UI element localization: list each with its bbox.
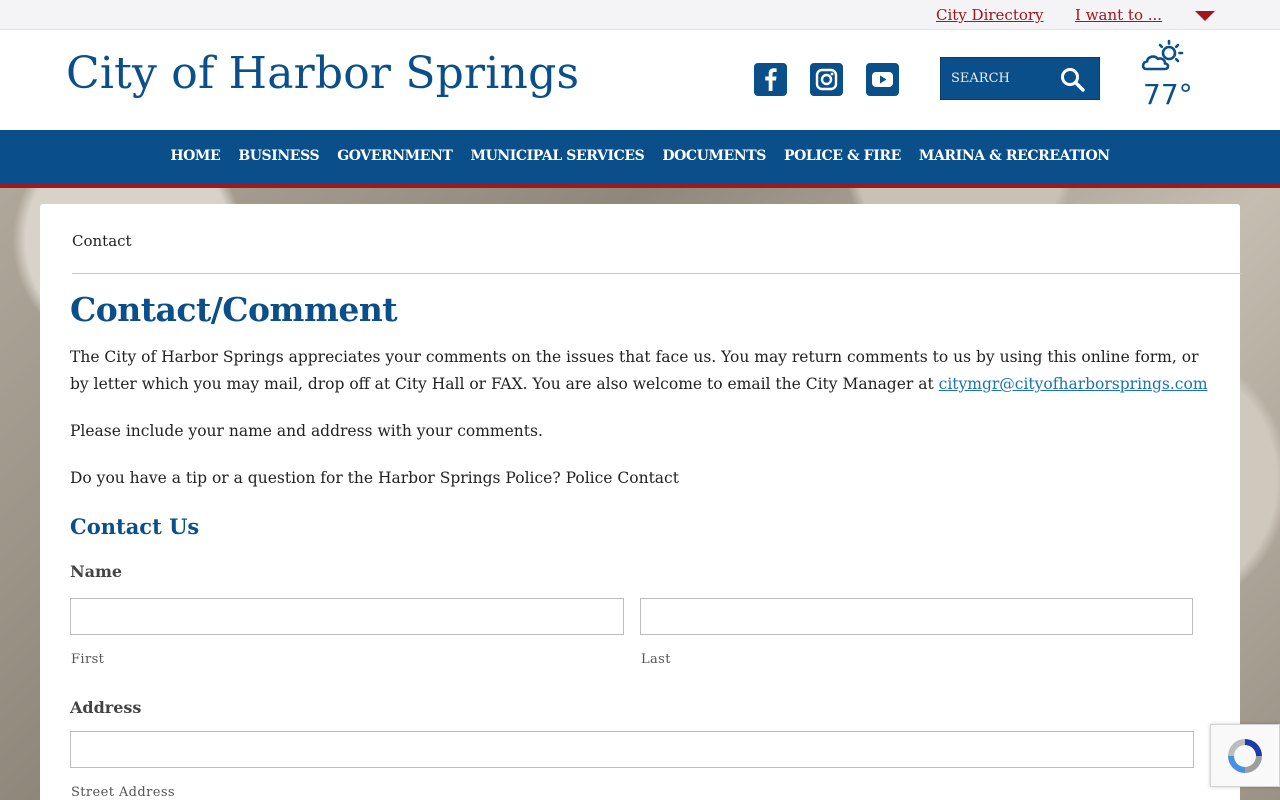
nav-police-fire[interactable]: POLICE & FIRE	[784, 148, 901, 166]
nav-marina-recreation[interactable]: MARINA & RECREATION	[919, 148, 1110, 166]
nav-business[interactable]: BUSINESS	[238, 148, 319, 166]
facebook-icon[interactable]	[754, 63, 787, 96]
page-title: Contact/Comment	[70, 290, 398, 329]
search-box	[940, 57, 1100, 100]
instagram-icon[interactable]	[810, 63, 843, 96]
police-note: Do you have a tip or a question for the …	[70, 469, 679, 487]
last-name-input[interactable]	[640, 598, 1193, 635]
content-card: Contact Contact/Comment The City of Harb…	[40, 204, 1242, 800]
search-button[interactable]	[1059, 66, 1087, 94]
breadcrumb: Contact	[72, 232, 132, 250]
nav-documents[interactable]: DOCUMENTS	[662, 148, 766, 166]
contact-us-heading: Contact Us	[70, 514, 200, 539]
street-address-input[interactable]	[70, 731, 1194, 768]
city-directory-link[interactable]: City Directory	[936, 6, 1044, 24]
nav-home[interactable]: HOME	[170, 148, 220, 166]
chevron-down-icon[interactable]	[1195, 11, 1215, 21]
first-sublabel: First	[71, 652, 105, 667]
name-label: Name	[70, 562, 123, 581]
site-title[interactable]: City of Harbor Springs	[66, 48, 579, 99]
breadcrumb-divider	[72, 273, 1242, 274]
last-sublabel: Last	[641, 652, 671, 667]
youtube-icon[interactable]	[866, 63, 899, 96]
recaptcha-icon	[1228, 738, 1262, 773]
nav-municipal-services[interactable]: MUNICIPAL SERVICES	[470, 148, 644, 166]
top-utility-bar: City Directory I want to ...	[0, 0, 1280, 30]
city-manager-email-link[interactable]: citymgr@cityofharborsprings.com	[939, 375, 1208, 393]
include-note: Please include your name and address wit…	[70, 422, 543, 440]
site-header: City of Harbor Springs SEARCH 77°	[0, 30, 1280, 130]
partly-cloudy-icon	[1141, 39, 1184, 71]
address-label: Address	[70, 698, 142, 717]
street-address-sublabel: Street Address	[71, 785, 175, 800]
main-nav: HOME BUSINESS GOVERNMENT MUNICIPAL SERVI…	[0, 130, 1280, 188]
i-want-to-link[interactable]: I want to ...	[1075, 6, 1162, 24]
nav-government[interactable]: GOVERNMENT	[337, 148, 453, 166]
search-icon	[1061, 68, 1085, 92]
first-name-input[interactable]	[70, 598, 624, 635]
weather-temperature[interactable]: 77°	[1143, 78, 1193, 111]
recaptcha-badge[interactable]	[1210, 724, 1280, 787]
search-input[interactable]	[941, 58, 1056, 99]
intro-paragraph: The City of Harbor Springs appreciates y…	[70, 344, 1210, 398]
